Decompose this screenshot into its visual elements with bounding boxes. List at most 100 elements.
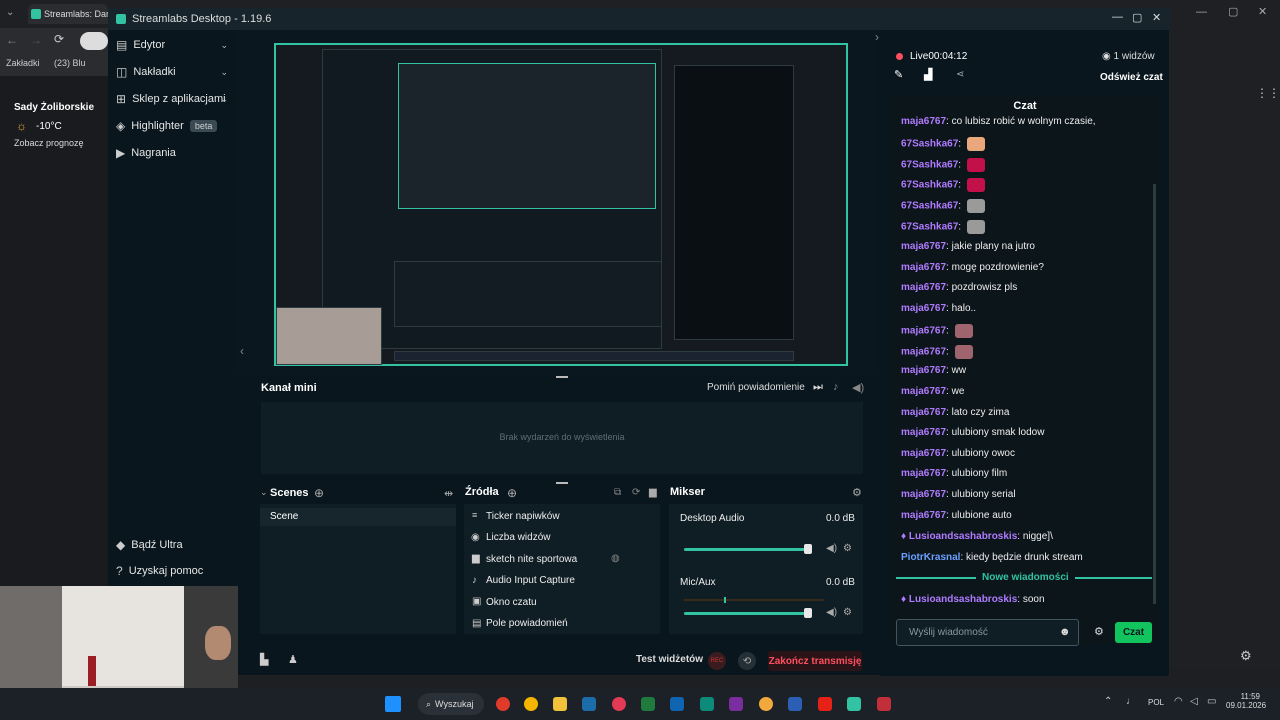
- chrome-icon[interactable]: [524, 697, 538, 711]
- add-source-icon[interactable]: ⊕: [507, 486, 517, 500]
- weather-forecast-link[interactable]: Zobacz prognozę: [14, 138, 84, 148]
- close-icon[interactable]: ✕: [1152, 11, 1161, 24]
- sidebar-item-store[interactable]: ⊞ Sklep z aplikacjami ⌄: [108, 88, 238, 110]
- add-scene-icon[interactable]: ⊕: [314, 486, 324, 500]
- source-item[interactable]: Pole powiadomień: [486, 618, 568, 629]
- test-widgets-button[interactable]: Test widżetów: [636, 654, 703, 665]
- skip-notification-icon[interactable]: ⏭: [813, 381, 823, 394]
- sidebar-item-recordings[interactable]: ▶ Nagrania: [108, 142, 238, 164]
- bookmarks-label[interactable]: Zakładki: [6, 58, 40, 68]
- word-icon[interactable]: [788, 697, 802, 711]
- chevron-up-icon[interactable]: ⌃: [1104, 696, 1112, 707]
- scene-item[interactable]: Scene: [260, 508, 456, 526]
- acrobat-icon[interactable]: [877, 697, 891, 711]
- dashboard-icon[interactable]: ▟: [924, 68, 932, 81]
- scene-transitions-icon[interactable]: ⇹: [444, 487, 453, 500]
- chevron-down-icon[interactable]: ⌄: [6, 7, 14, 18]
- chat-username: maja6767: [901, 448, 947, 459]
- notification-icon[interactable]: ♟: [288, 653, 298, 666]
- taskbar-search[interactable]: ⌕ Wyszukaj: [418, 693, 484, 715]
- replay-icon[interactable]: ⟲: [738, 652, 756, 670]
- chevron-down-icon[interactable]: ⌄: [260, 487, 268, 498]
- bell-icon[interactable]: ♪: [833, 381, 839, 393]
- address-bar[interactable]: [80, 32, 108, 50]
- forward-icon[interactable]: →: [30, 33, 42, 47]
- volume-icon[interactable]: ◀): [826, 543, 837, 554]
- end-stream-button[interactable]: Zakończ transmisję: [768, 651, 862, 671]
- outlook-icon[interactable]: [670, 697, 684, 711]
- window-icon: ▣: [472, 596, 482, 607]
- hidden-eye-icon[interactable]: ◍: [611, 553, 620, 564]
- battery-icon[interactable]: ▭: [1207, 696, 1216, 707]
- browser-tab[interactable]: Streamlabs: Darm: [28, 4, 108, 24]
- eye-icon[interactable]: ◉: [471, 532, 480, 543]
- chat-scrollbar[interactable]: [1153, 184, 1156, 604]
- mixer-settings-icon[interactable]: ⚙: [852, 486, 862, 499]
- slider-knob[interactable]: [804, 608, 812, 618]
- volume-icon[interactable]: ◀): [852, 381, 864, 394]
- steam-icon[interactable]: [582, 697, 596, 711]
- excel-icon[interactable]: [641, 697, 655, 711]
- desktop-audio-slider[interactable]: [684, 544, 812, 554]
- sync-icon[interactable]: ⟳: [632, 487, 640, 498]
- taskbar-clock[interactable]: 11:59 09.01.2026: [1226, 692, 1266, 710]
- speaker-icon[interactable]: ◁: [1190, 696, 1198, 707]
- list-icon: ≡: [472, 510, 478, 520]
- streamlabs-icon[interactable]: [847, 697, 861, 711]
- volume-icon[interactable]: ◀): [826, 607, 837, 618]
- group-icon[interactable]: ⧉: [614, 487, 621, 498]
- chat-message: maja6767: ulubiony serial: [901, 489, 1016, 500]
- youtube-icon[interactable]: [818, 697, 832, 711]
- sidebar-item-overlays[interactable]: ◫ Nakładki ⌄: [108, 61, 238, 83]
- sidebar-item-editor[interactable]: ▤ Edytor ⌄: [108, 34, 238, 56]
- slider-knob[interactable]: [804, 544, 812, 554]
- settings-icon[interactable]: ⚙: [1240, 648, 1252, 664]
- chevron-left-icon[interactable]: ‹: [240, 344, 244, 358]
- publisher-icon[interactable]: [700, 697, 714, 711]
- chat-send-button[interactable]: Czat: [1115, 622, 1152, 643]
- bookmark-item[interactable]: (23) Blu: [54, 58, 86, 68]
- file-explorer-icon[interactable]: [553, 697, 567, 711]
- source-item[interactable]: sketch nite sportowa: [486, 554, 577, 565]
- folder-icon[interactable]: ▆: [649, 487, 657, 498]
- preview-canvas[interactable]: [274, 43, 848, 366]
- reload-icon[interactable]: ⟳: [54, 32, 64, 46]
- close-icon[interactable]: ✕: [1258, 5, 1267, 18]
- mic-aux-slider[interactable]: [684, 608, 812, 618]
- opera-icon[interactable]: [496, 697, 510, 711]
- app-icon[interactable]: [759, 697, 773, 711]
- back-icon[interactable]: ←: [6, 33, 18, 47]
- edit-icon[interactable]: ✎: [894, 68, 903, 81]
- minimize-icon[interactable]: —: [1112, 11, 1123, 23]
- chat-settings-icon[interactable]: ⚙: [1094, 625, 1104, 638]
- emoji-icon[interactable]: ☻: [1059, 626, 1071, 638]
- sidebar-item-highlighter[interactable]: ◈ Highlighter beta: [108, 115, 238, 137]
- maximize-icon[interactable]: ▢: [1132, 11, 1142, 24]
- refresh-chat-button[interactable]: Odśwież czat: [1100, 72, 1163, 83]
- maximize-icon[interactable]: ▢: [1228, 5, 1238, 18]
- chat-input[interactable]: Wyślij wiadomość ☻: [896, 619, 1079, 646]
- chevron-right-icon[interactable]: ›: [875, 30, 879, 44]
- microphone-icon[interactable]: ♩: [1126, 696, 1136, 707]
- resize-handle[interactable]: [556, 376, 568, 378]
- channel-settings-icon[interactable]: ⚙: [843, 543, 852, 554]
- minimize-icon[interactable]: —: [1196, 6, 1207, 18]
- wifi-icon[interactable]: ◠: [1174, 696, 1183, 707]
- app-icon[interactable]: [612, 697, 626, 711]
- ultra-link[interactable]: ◆ Bądź Ultra: [108, 534, 238, 556]
- source-item[interactable]: Liczba widzów: [486, 532, 550, 543]
- source-item[interactable]: Audio Input Capture: [486, 575, 575, 586]
- chat-message: 67Sashka67:: [901, 220, 985, 234]
- onenote-icon[interactable]: [729, 697, 743, 711]
- lock-icon[interactable]: ▆: [472, 553, 480, 564]
- windows-start-icon[interactable]: [385, 696, 401, 712]
- source-item[interactable]: Ticker napiwków: [486, 511, 560, 522]
- share-icon[interactable]: ⋖: [956, 69, 964, 80]
- channel-settings-icon[interactable]: ⚙: [843, 607, 852, 618]
- apps-grid-icon[interactable]: ⋮⋮: [1256, 86, 1280, 100]
- source-item[interactable]: Okno czatu: [486, 597, 537, 608]
- record-button[interactable]: REC: [708, 652, 726, 670]
- language-indicator[interactable]: POL: [1148, 698, 1164, 707]
- stats-icon[interactable]: ▙: [260, 653, 268, 666]
- help-link[interactable]: ? Uzyskaj pomoc: [108, 560, 238, 582]
